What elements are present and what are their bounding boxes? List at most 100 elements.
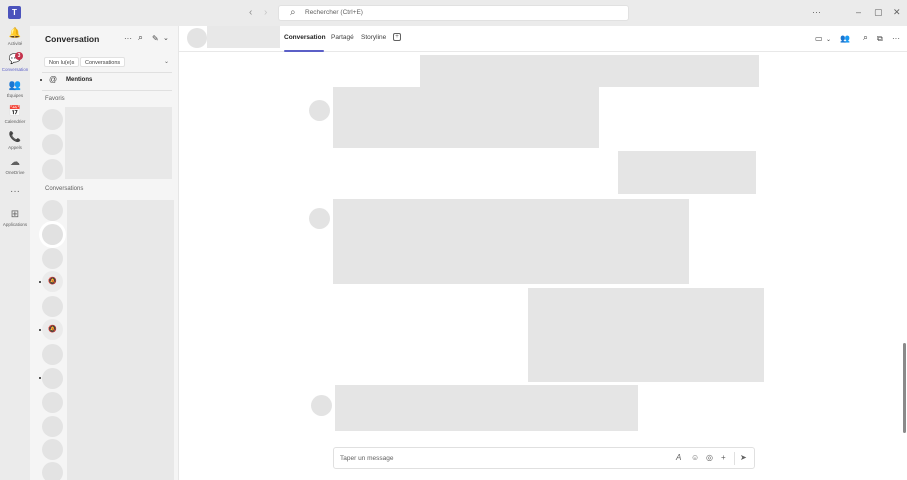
more-icon: ··· (10, 186, 20, 197)
mentions-item[interactable]: @ Mentions (38, 75, 168, 88)
chevron-down-icon[interactable]: ⌄ (164, 58, 169, 65)
muted-bell-icon[interactable]: 🔕 (42, 271, 63, 292)
unread-dot (39, 377, 41, 379)
back-arrow-icon[interactable]: ‹ (249, 7, 252, 18)
phone-icon: 📞 (8, 132, 22, 143)
conversation-avatar[interactable] (42, 416, 63, 437)
conversation-avatar[interactable] (42, 462, 63, 480)
search-icon[interactable]: ⌕ (138, 32, 143, 43)
message-bubble[interactable] (333, 87, 599, 148)
minimize-icon[interactable]: – (856, 7, 861, 17)
rail-item-teams[interactable]: 👥 Équipes (0, 80, 30, 106)
redacted-favorites (65, 107, 172, 179)
favorite-avatar[interactable] (42, 159, 63, 180)
message-bubble[interactable] (420, 55, 759, 87)
rail-item-onedrive[interactable]: ☁ OneDrive (0, 157, 30, 183)
emoji-icon[interactable]: ☺ (691, 453, 699, 462)
attach-icon[interactable]: + (721, 453, 726, 462)
forward-arrow-icon[interactable]: › (264, 7, 267, 18)
sender-avatar[interactable] (309, 100, 330, 121)
app-rail: 🔔 Activité 💬 3 Conversation 👥 Équipes 📅 … (0, 26, 30, 480)
pane-title: Conversation (45, 34, 100, 44)
conversation-avatar[interactable] (42, 344, 63, 365)
redacted-chat-name (207, 26, 280, 48)
cloud-icon: ☁ (10, 157, 20, 168)
chat-header: Conversation Partagé Storyline + ▭ ⌄ 👥 ⌕… (179, 26, 907, 52)
message-bubble[interactable] (333, 199, 689, 284)
unread-dot (40, 79, 42, 81)
search-icon[interactable]: ⌕ (863, 32, 868, 43)
conversations-section-label: Conversations (45, 186, 84, 192)
tab-conversation[interactable]: Conversation (284, 34, 326, 41)
people-icon[interactable]: 👥 (840, 34, 850, 43)
rail-item-activity[interactable]: 🔔 Activité (0, 28, 30, 54)
chevron-down-icon[interactable]: ⌄ (163, 34, 169, 42)
rail-item-applications[interactable]: ⊞ Applications (0, 209, 30, 235)
title-bar: T ‹ › ⌕ Rechercher (Ctrl+E) ··· – ▢ ✕ (0, 0, 907, 26)
bell-icon: 🔔 (8, 28, 22, 39)
tab-storyline[interactable]: Storyline (361, 34, 386, 41)
rail-item-label: Appels (8, 145, 22, 150)
teams-icon: 👥 (8, 80, 22, 91)
favorites-section-label: Favoris (45, 96, 65, 102)
more-options-icon[interactable]: ··· (892, 34, 900, 43)
unread-badge: 3 (15, 52, 23, 60)
rail-item-label: Équipes (6, 93, 24, 98)
compose-placeholder: Taper un message (340, 455, 394, 462)
active-tab-indicator (284, 50, 324, 52)
favorite-avatar[interactable] (42, 134, 63, 155)
conversation-avatar[interactable] (42, 248, 63, 269)
conversation-avatar[interactable] (42, 200, 63, 221)
close-icon[interactable]: ✕ (893, 7, 901, 18)
mentions-label: Mentions (66, 77, 93, 83)
message-compose-box[interactable]: Taper un message A ☺ ◎ + ➤ (333, 447, 755, 469)
settings-more-icon[interactable]: ··· (812, 7, 821, 17)
chevron-down-icon[interactable]: ⌄ (826, 36, 831, 43)
favorite-avatar[interactable] (42, 109, 63, 130)
rail-item-label: Calendrier (4, 119, 26, 124)
tab-shared[interactable]: Partagé (331, 34, 354, 41)
conversation-avatar-selected[interactable] (42, 224, 63, 245)
message-bubble[interactable] (528, 288, 764, 382)
divider (42, 90, 172, 91)
new-chat-icon[interactable]: ✎ (152, 34, 159, 43)
filter-conversations[interactable]: Conversations (80, 57, 126, 67)
more-options-icon[interactable]: ··· (124, 34, 132, 43)
apps-icon: ⊞ (10, 209, 20, 220)
rail-item-label: Applications (2, 222, 28, 227)
filter-unread[interactable]: Non lu(e)s (44, 57, 80, 67)
rail-item-calls[interactable]: 📞 Appels (0, 132, 30, 158)
rail-item-conversation[interactable]: 💬 3 Conversation (0, 52, 30, 80)
conversation-avatar[interactable] (42, 439, 63, 460)
rail-item-calendar[interactable]: 📅 Calendrier (0, 106, 30, 132)
muted-bell-icon[interactable]: 🔕 (42, 319, 63, 340)
send-icon[interactable]: ➤ (740, 453, 747, 462)
sticker-icon[interactable]: ◎ (706, 453, 713, 462)
message-bubble[interactable] (618, 151, 756, 194)
format-icon[interactable]: A (676, 453, 681, 462)
rail-item-label: OneDrive (5, 170, 25, 175)
unread-dot (39, 329, 41, 331)
maximize-icon[interactable]: ▢ (874, 7, 883, 18)
at-icon: @ (49, 75, 58, 84)
add-tab-icon[interactable]: + (393, 33, 401, 41)
divider (734, 452, 735, 465)
video-call-icon[interactable]: ▭ (815, 34, 823, 43)
teams-logo-icon: T (8, 6, 21, 19)
search-icon: ⌕ (290, 7, 296, 18)
message-bubble[interactable] (335, 385, 638, 431)
conversation-avatar[interactable] (42, 392, 63, 413)
search-placeholder: Rechercher (Ctrl+E) (305, 9, 363, 16)
calendar-icon: 📅 (8, 106, 22, 117)
divider (42, 72, 172, 73)
chat-avatar[interactable] (187, 28, 207, 48)
popout-icon[interactable]: ⧉ (877, 34, 883, 44)
chat-list-pane: Conversation ··· ⌕ ✎ ⌄ Non lu(e)s Conver… (30, 26, 179, 480)
rail-item-label: Activité (7, 41, 23, 46)
global-search-input[interactable]: ⌕ Rechercher (Ctrl+E) (278, 5, 629, 21)
conversation-avatar[interactable] (42, 368, 63, 389)
messages-scrollbar[interactable] (903, 343, 906, 433)
conversation-avatar[interactable] (42, 296, 63, 317)
sender-avatar[interactable] (311, 395, 332, 416)
sender-avatar[interactable] (309, 208, 330, 229)
